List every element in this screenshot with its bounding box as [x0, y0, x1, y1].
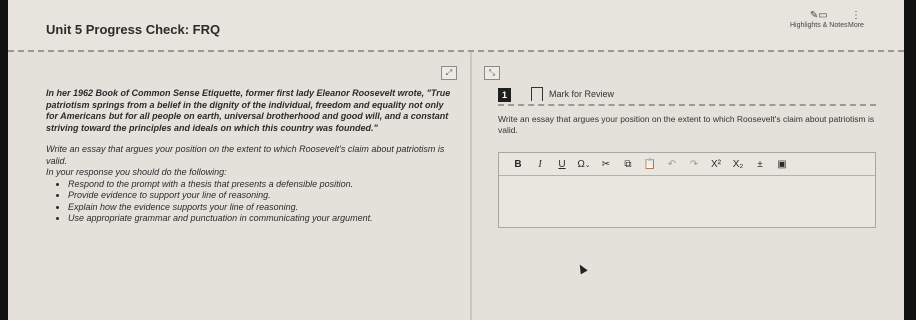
response-editor: B I U Ω⌄ ✂ ⧉ 📋 ↶ ↷ X² X₂ ± ▣	[498, 152, 876, 228]
chevron-down-icon: ⌄	[584, 161, 591, 169]
response-textarea[interactable]	[499, 176, 875, 227]
list-item: Provide evidence to support your line of…	[68, 190, 456, 202]
more-button[interactable]: ⋮ More	[848, 10, 864, 29]
editor-toolbar: B I U Ω⌄ ✂ ⧉ 📋 ↶ ↷ X² X₂ ± ▣	[499, 153, 875, 176]
superscript-button[interactable]: X²	[705, 159, 727, 170]
stimulus-panel: In her 1962 Book of Common Sense Etiquet…	[46, 88, 456, 225]
mouse-pointer-icon	[576, 262, 588, 275]
underline-button[interactable]: U	[551, 159, 573, 170]
highlights-notes-label: Highlights & Notes	[790, 22, 848, 29]
instructions-list: Respond to the prompt with a thesis that…	[46, 179, 456, 225]
highlights-notes-button[interactable]: ✎▭ Highlights & Notes	[790, 10, 848, 29]
italic-button[interactable]: I	[529, 159, 551, 170]
app-frame: Unit 5 Progress Check: FRQ ✎▭ Highlights…	[8, 0, 904, 320]
mark-for-review-label[interactable]: Mark for Review	[549, 89, 614, 99]
question-divider	[498, 104, 876, 106]
paste-icon[interactable]: 📋	[639, 159, 661, 170]
list-item: Explain how the evidence supports your l…	[68, 202, 456, 214]
question-number: 1	[498, 88, 511, 102]
special-character-button[interactable]: Ω⌄	[573, 159, 595, 170]
header-divider	[8, 50, 904, 52]
omega-icon: Ω	[577, 158, 585, 170]
subscript-button[interactable]: X₂	[727, 159, 749, 170]
copy-icon[interactable]: ⧉	[617, 159, 639, 170]
cut-icon[interactable]: ✂	[595, 159, 617, 170]
list-item: Use appropriate grammar and punctuation …	[68, 213, 456, 225]
more-vertical-icon: ⋮	[850, 10, 861, 21]
expand-right-panel-icon[interactable]: ⤡	[484, 66, 500, 80]
image-icon[interactable]: ▣	[771, 159, 793, 170]
expand-left-panel-icon[interactable]: ⤢	[441, 66, 457, 80]
highlight-pen-icon: ✎▭	[809, 10, 828, 21]
more-label: More	[848, 22, 864, 29]
stimulus-prompt: Write an essay that argues your position…	[46, 144, 445, 166]
redo-icon[interactable]: ↷	[683, 159, 705, 170]
header-bar: Unit 5 Progress Check: FRQ ✎▭ Highlights…	[8, 0, 904, 50]
bold-button[interactable]: B	[507, 159, 529, 170]
stimulus-quote: In her 1962 Book of Common Sense Etiquet…	[46, 88, 451, 133]
instructions-intro: In your response you should do the follo…	[46, 167, 227, 177]
insert-list-icon[interactable]: ±	[749, 159, 771, 170]
undo-icon[interactable]: ↶	[661, 159, 683, 170]
pane-divider[interactable]	[470, 52, 472, 320]
question-text: Write an essay that argues your position…	[498, 114, 875, 135]
list-item: Respond to the prompt with a thesis that…	[68, 179, 456, 191]
page-title: Unit 5 Progress Check: FRQ	[46, 22, 221, 37]
bookmark-icon[interactable]	[531, 87, 543, 101]
